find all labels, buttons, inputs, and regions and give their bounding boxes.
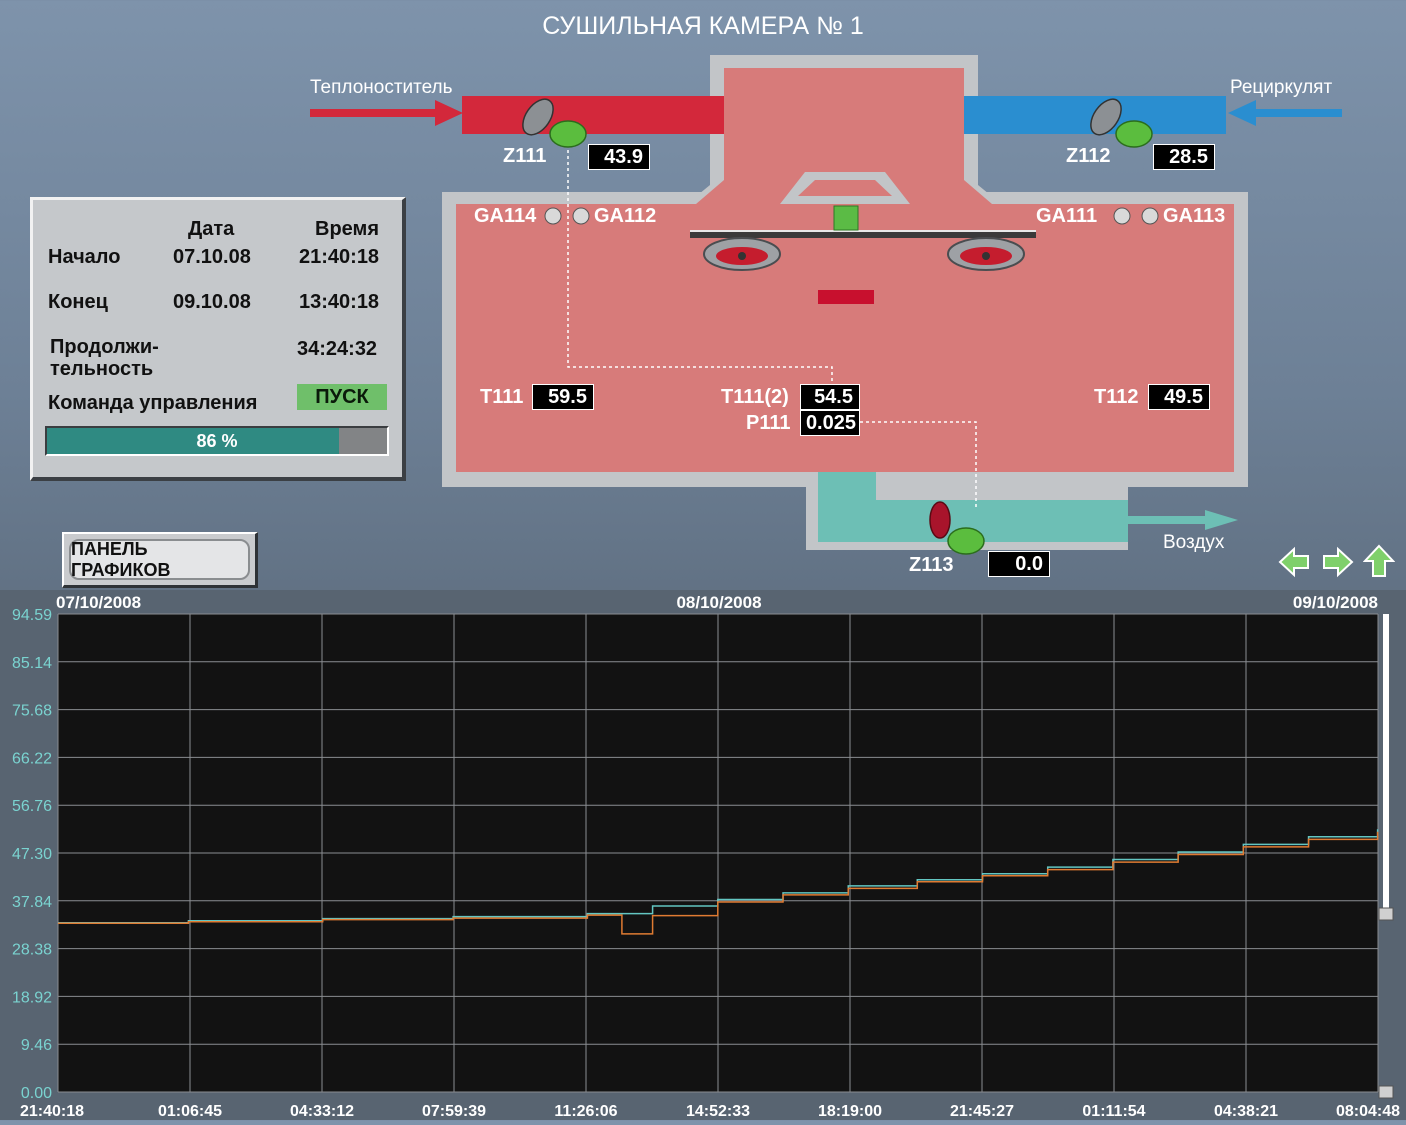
y-tick-label: 9.46 (21, 1037, 52, 1054)
ga111-label: GA111 (1036, 205, 1098, 227)
x-tick-label: 07:59:39 (422, 1103, 486, 1120)
trend-panel: 94.59 85.14 75.68 66.22 56.76 47.30 37.84 28.38… (0, 590, 1406, 1120)
batch-info-panel: Дата Время Начало 07.10.08 21:40:18 Коне… (30, 197, 406, 481)
trend-chart[interactable]: 94.59 85.14 75.68 66.22 56.76 47.30 37.84 28.38… (0, 590, 1406, 1120)
damper-z111-value: 43.9 (588, 144, 650, 170)
p111-value: 0.025 (800, 410, 860, 436)
lamp-ga113-icon (1141, 207, 1159, 225)
air-out-arrow (1128, 516, 1213, 524)
duration-label-line2: тельность (50, 358, 154, 380)
ga112-label: GA112 (594, 205, 657, 227)
t111-tag: T111 (480, 386, 524, 408)
y-tick-label: 18.92 (12, 989, 52, 1006)
arrow-left-icon[interactable] (1278, 546, 1310, 578)
damper-z111-tag: Z111 (503, 145, 547, 167)
y-tick-label: 37.84 (12, 894, 52, 911)
x-tick-label: 08:04:48 (1336, 1103, 1400, 1120)
command-label: Команда управления (48, 392, 258, 414)
recirculate-arrow (1228, 100, 1342, 126)
trend-scroll-down-button[interactable] (1378, 1085, 1394, 1099)
damper-z112-tag: Z112 (1066, 145, 1111, 167)
duration-time: 34:24:32 (297, 338, 378, 360)
col-time-header: Время (315, 218, 379, 240)
x-tick-label: 21:40:18 (20, 1103, 84, 1120)
x-tick-label: 11:26:06 (554, 1103, 617, 1120)
start-command-button[interactable]: ПУСК (297, 384, 387, 410)
date-label: 07/10/2008 (56, 593, 141, 612)
fan-left-icon[interactable] (703, 237, 781, 271)
lamp-ga111-icon (1113, 207, 1131, 225)
x-tick-label: 04:33:12 (290, 1103, 354, 1120)
x-tick-label: 21:45:27 (950, 1103, 1014, 1120)
y-tick-label: 47.30 (12, 846, 52, 863)
arrow-up-icon[interactable] (1363, 544, 1395, 578)
duration-label: Продолжи- тельность (50, 336, 159, 380)
heater-element (818, 290, 874, 304)
date-label: 08/10/2008 (676, 593, 761, 612)
y-tick-label: 94.59 (12, 607, 52, 624)
trend-scrollbar-track[interactable] (1383, 614, 1389, 914)
heat-carrier-arrow (310, 100, 463, 126)
x-tick-label: 01:11:54 (1082, 1103, 1145, 1120)
lamp-ga112-icon (572, 207, 590, 225)
t111-2-value: 54.5 (800, 384, 860, 410)
heat-carrier-duct (462, 96, 724, 134)
start-time: 21:40:18 (299, 246, 380, 268)
progress-bar: 86 % (45, 426, 389, 456)
t111-2-tag: T111(2) (721, 386, 789, 408)
t112-value: 49.5 (1148, 384, 1210, 410)
duration-label-line1: Продолжи- (50, 336, 159, 358)
damper-z112-value: 28.5 (1153, 144, 1215, 170)
status-indicator-green (833, 205, 859, 231)
recirculate-label: Рециркулят (1230, 77, 1333, 98)
damper-z113-tag: Z113 (909, 554, 954, 576)
arrow-right-icon[interactable] (1322, 546, 1354, 578)
ga114-label: GA114 (474, 205, 537, 227)
x-tick-label: 18:19:00 (818, 1103, 882, 1120)
x-tick-label: 04:38:21 (1214, 1103, 1278, 1120)
col-date-header: Дата (188, 218, 235, 240)
fan-right-icon[interactable] (947, 237, 1025, 271)
charts-panel-button-label: ПАНЕЛЬ ГРАФИКОВ (69, 539, 250, 580)
y-tick-label: 28.38 (12, 942, 52, 959)
x-tick-label: 01:06:45 (158, 1103, 222, 1120)
air-label: Воздух (1163, 532, 1225, 553)
heat-carrier-label: Теплоноститель (310, 77, 453, 98)
start-date: 07.10.08 (173, 246, 251, 268)
end-time: 13:40:18 (299, 291, 380, 313)
x-tick-label: 14:52:33 (686, 1103, 750, 1120)
t111-value: 59.5 (532, 384, 594, 410)
y-tick-label: 75.68 (12, 703, 52, 720)
end-date: 09.10.08 (173, 291, 251, 313)
start-label: Начало (48, 246, 121, 268)
p111-tag: P111 (746, 412, 791, 434)
end-label: Конец (48, 291, 108, 313)
y-tick-label: 0.00 (21, 1085, 52, 1102)
damper-z113-value: 0.0 (988, 551, 1050, 577)
lamp-ga114-icon (544, 207, 562, 225)
y-tick-label: 66.22 (12, 750, 52, 767)
progress-text: 86 % (196, 431, 238, 451)
y-tick-label: 85.14 (12, 655, 52, 672)
ga113-label: GA113 (1163, 205, 1226, 227)
date-label: 09/10/2008 (1293, 593, 1378, 612)
charts-panel-button[interactable]: ПАНЕЛЬ ГРАФИКОВ (62, 532, 258, 588)
trend-scroll-up-button[interactable] (1378, 907, 1394, 921)
exhaust-duct (818, 472, 876, 542)
y-tick-label: 56.76 (12, 798, 52, 815)
t112-tag: T112 (1094, 386, 1139, 408)
